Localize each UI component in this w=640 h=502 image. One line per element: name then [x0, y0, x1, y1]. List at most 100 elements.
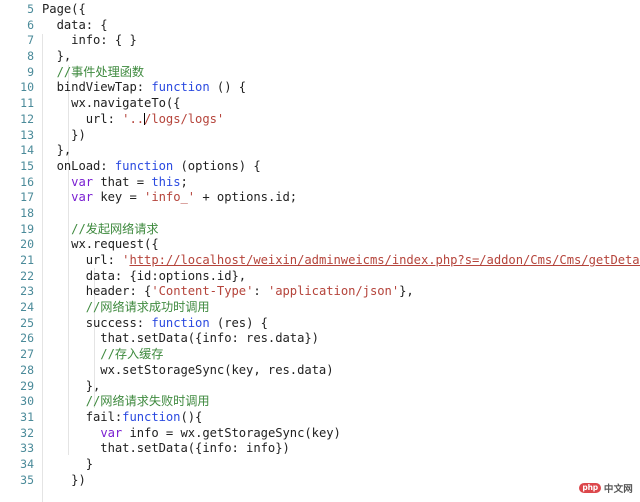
code-line[interactable]: 15 onLoad: function (options) {: [0, 159, 640, 175]
token-kw: function: [122, 409, 181, 424]
line-number: 13: [20, 127, 34, 142]
token-plain: that.setData({info: res.data}): [42, 331, 319, 346]
line-number: 12: [20, 111, 34, 126]
token-plain: (){: [180, 409, 203, 424]
line-content[interactable]: var info = wx.getStorageSync(key): [42, 426, 640, 442]
token-plain: },: [399, 284, 414, 299]
code-line[interactable]: 22 data: {id:options.id},: [0, 269, 640, 285]
line-content[interactable]: header: {'Content-Type': 'application/js…: [42, 284, 640, 300]
token-plain: Page({: [42, 2, 86, 16]
code-line[interactable]: 11 wx.navigateTo({: [0, 96, 640, 112]
line-content[interactable]: bindViewTap: function () {: [42, 80, 640, 96]
line-number: 23: [20, 284, 34, 299]
code-line[interactable]: 35 }): [0, 473, 640, 489]
line-content[interactable]: that.setData({info: info}): [42, 441, 640, 457]
code-line[interactable]: 16 var that = this;: [0, 175, 640, 191]
line-content[interactable]: wx.request({: [42, 237, 640, 253]
code-line[interactable]: 12 url: '../logs/logs': [0, 112, 640, 128]
code-line[interactable]: 24 //网络请求成功时调用: [0, 300, 640, 316]
line-content[interactable]: success: function (res) {: [42, 316, 640, 332]
line-content[interactable]: },: [42, 379, 640, 395]
line-content[interactable]: data: {id:options.id},: [42, 269, 640, 285]
token-plain: url:: [42, 111, 123, 126]
token-cmt: //存入缓存: [42, 347, 164, 362]
token-kw: function: [151, 315, 210, 330]
token-plain: that.setData({info: info}): [42, 441, 290, 456]
line-content[interactable]: }: [42, 457, 640, 473]
token-str: 'info_': [144, 190, 196, 205]
line-content[interactable]: data: {: [42, 18, 640, 34]
token-plain: :: [253, 284, 268, 299]
code-line[interactable]: 17 var key = 'info_' + options.id;: [0, 190, 640, 206]
code-lines[interactable]: 5 Page({6 data: {7 info: { } 8 }, 9 //事件处理函…: [0, 0, 640, 488]
line-content[interactable]: info: { }: [42, 33, 640, 49]
code-line[interactable]: 19 //发起网络请求: [0, 222, 640, 238]
line-content[interactable]: },: [42, 49, 640, 65]
code-line[interactable]: 33 that.setData({info: info}): [0, 441, 640, 457]
code-line[interactable]: 23 header: {'Content-Type': 'application…: [0, 284, 640, 300]
line-content[interactable]: var that = this;: [42, 175, 640, 191]
token-str: 'Content-Type': [151, 284, 254, 299]
line-content[interactable]: onLoad: function (options) {: [42, 159, 640, 175]
code-line[interactable]: 30 //网络请求失败时调用: [0, 394, 640, 410]
token-kw2: var: [100, 425, 123, 440]
code-line[interactable]: 21 url: 'http://localhost/weixin/adminwe…: [0, 253, 640, 269]
token-plain: data: {id:options.id},: [42, 268, 247, 283]
token-plain: that =: [93, 174, 152, 189]
code-line[interactable]: 29 },: [0, 379, 640, 395]
code-line[interactable]: 18: [0, 206, 640, 222]
line-content[interactable]: that.setData({info: res.data}): [42, 331, 640, 347]
line-content[interactable]: wx.setStorageSync(key, res.data): [42, 363, 640, 379]
line-content[interactable]: url: '../logs/logs': [42, 112, 640, 128]
token-plain: header: {: [42, 284, 152, 299]
line-number: 28: [20, 362, 34, 377]
line-content[interactable]: },: [42, 143, 640, 159]
token-plain: key =: [93, 190, 145, 205]
code-line[interactable]: 25 success: function (res) {: [0, 316, 640, 332]
line-number: 31: [20, 409, 34, 424]
code-line[interactable]: 13 }): [0, 128, 640, 144]
line-content[interactable]: wx.navigateTo({: [42, 96, 640, 112]
code-line[interactable]: 32 var info = wx.getStorageSync(key): [0, 426, 640, 442]
line-number: 19: [20, 221, 34, 236]
line-content[interactable]: fail:function(){: [42, 410, 640, 426]
token-plain: info = wx.getStorageSync(key): [122, 425, 341, 440]
code-line[interactable]: 10 bindViewTap: function () {: [0, 80, 640, 96]
line-content[interactable]: var key = 'info_' + options.id;: [42, 190, 640, 206]
line-content[interactable]: //事件处理函数: [42, 65, 640, 81]
line-content[interactable]: //网络请求成功时调用: [42, 300, 640, 316]
php-logo-badge: php: [579, 483, 601, 493]
code-line[interactable]: 27 //存入缓存: [0, 347, 640, 363]
token-plain: info: { }: [42, 33, 137, 48]
code-editor[interactable]: 5 Page({6 data: {7 info: { } 8 }, 9 //事件处理函…: [0, 0, 640, 502]
code-line[interactable]: 26 that.setData({info: res.data}): [0, 331, 640, 347]
line-number: 33: [20, 441, 34, 456]
line-number: 25: [20, 315, 34, 330]
code-line[interactable]: 7 info: { }: [0, 33, 640, 49]
line-content[interactable]: }): [42, 128, 640, 144]
line-content[interactable]: Page({: [42, 2, 640, 18]
code-line[interactable]: 6 data: {: [0, 18, 640, 34]
code-line[interactable]: 8 },: [0, 49, 640, 65]
code-line[interactable]: 31 fail:function(){: [0, 410, 640, 426]
code-line[interactable]: 28 wx.setStorageSync(key, res.data): [0, 363, 640, 379]
line-number: 22: [20, 268, 34, 283]
code-line[interactable]: 14 },: [0, 143, 640, 159]
line-content[interactable]: //网络请求失败时调用: [42, 394, 640, 410]
line-number: 34: [20, 456, 34, 471]
token-cmt: //发起网络请求: [42, 221, 159, 236]
line-content[interactable]: //存入缓存: [42, 347, 640, 363]
code-line[interactable]: 5 Page({: [0, 2, 640, 18]
code-line[interactable]: 34 }: [0, 457, 640, 473]
token-plain: fail:: [42, 409, 123, 424]
line-number: 21: [20, 253, 34, 267]
line-number: 17: [20, 190, 34, 205]
line-content[interactable]: //发起网络请求: [42, 222, 640, 238]
watermark: php 中文网: [579, 481, 633, 495]
token-link[interactable]: http://localhost/weixin/adminweicms/inde…: [129, 253, 640, 267]
code-line[interactable]: 20 wx.request({: [0, 237, 640, 253]
code-line[interactable]: 9 //事件处理函数: [0, 65, 640, 81]
line-content[interactable]: url: 'http://localhost/weixin/adminweicm…: [42, 253, 640, 269]
line-content[interactable]: }): [42, 473, 640, 489]
